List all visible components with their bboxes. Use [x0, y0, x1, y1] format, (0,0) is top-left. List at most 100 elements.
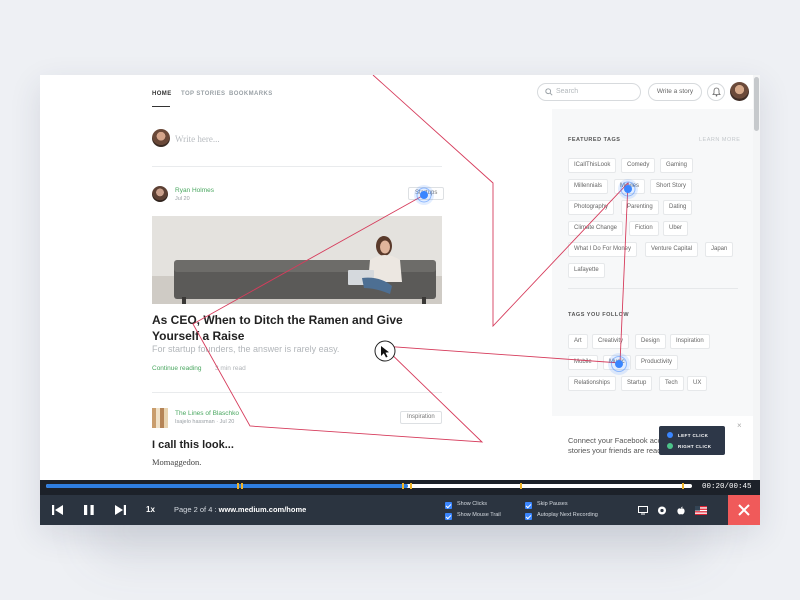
chrome-icon: [657, 506, 667, 515]
post-title[interactable]: I call this look...: [152, 439, 234, 451]
compose-avatar: [152, 129, 170, 147]
close-icon[interactable]: ×: [737, 421, 742, 430]
autoplay-next-label[interactable]: Autoplay Next Recording: [537, 512, 598, 518]
featured-tag[interactable]: What I Do For Money: [568, 242, 638, 257]
publication-logo[interactable]: [152, 408, 168, 428]
scrollbar-thumb[interactable]: [754, 77, 759, 131]
right-click-label: RIGHT CLICK: [678, 444, 712, 449]
followed-tag[interactable]: Music: [603, 355, 631, 370]
followed-tag[interactable]: Creativity: [592, 334, 630, 349]
featured-tag[interactable]: Lafayette: [568, 263, 605, 278]
tags-you-follow-title: TAGS YOU FOLLOW: [568, 312, 630, 318]
author-avatar[interactable]: [152, 186, 168, 202]
featured-tag[interactable]: Millennials: [568, 179, 609, 194]
featured-tag[interactable]: Venture Capital: [645, 242, 699, 257]
featured-tag[interactable]: Climate Change: [568, 221, 624, 236]
page-info: Page 2 of 4 : www.medium.com/home: [174, 505, 306, 514]
click-legend: LEFT CLICK RIGHT CLICK: [659, 426, 725, 455]
followed-tag[interactable]: Tech: [659, 376, 684, 391]
read-time: 3 min read: [215, 365, 246, 372]
recording-player-window: HOME TOP STORIES BOOKMARKS Search Write …: [40, 75, 760, 525]
left-click-dot-icon: [667, 432, 673, 438]
followed-tag[interactable]: Mobile: [568, 355, 598, 370]
notifications-button[interactable]: [707, 83, 725, 101]
skip-back-icon[interactable]: [49, 501, 67, 519]
page-scrollbar[interactable]: [753, 75, 760, 480]
followed-tag[interactable]: Art: [568, 334, 588, 349]
publication-name[interactable]: The Lines of Blaschko: [175, 410, 239, 417]
featured-tag[interactable]: Movies: [614, 179, 646, 194]
show-clicks-label[interactable]: Show Clicks: [457, 501, 487, 507]
event-marker[interactable]: [237, 483, 239, 489]
followed-tag[interactable]: Design: [635, 334, 666, 349]
page-url[interactable]: www.medium.com/home: [219, 505, 307, 514]
followed-tag[interactable]: Relationships: [568, 376, 617, 391]
bell-icon: [712, 87, 721, 97]
active-tab-indicator: [152, 106, 170, 107]
continue-reading-link[interactable]: Continue reading: [152, 365, 202, 372]
woman-on-sofa-illustration: [152, 216, 442, 304]
write-story-button[interactable]: Write a story: [648, 83, 702, 101]
us-flag-icon: [695, 506, 707, 515]
divider: [152, 392, 442, 393]
compose-input[interactable]: Write here...: [175, 134, 220, 144]
post-meta: Isajelo hassman · Jul 20: [175, 419, 235, 425]
featured-tag[interactable]: Photography: [568, 200, 615, 215]
author-name[interactable]: Ryan Holmes: [175, 187, 214, 194]
post-tag-inspiration[interactable]: Inspiration: [400, 411, 442, 424]
post-title[interactable]: As CEO, When to Ditch the Ramen and Give…: [152, 312, 442, 344]
featured-tag[interactable]: Parenting: [621, 200, 659, 215]
featured-tag[interactable]: Dating: [663, 200, 693, 215]
left-click-label: LEFT CLICK: [678, 433, 709, 438]
right-click-dot-icon: [667, 443, 673, 449]
featured-tag[interactable]: ICallThisLook: [568, 158, 617, 173]
event-marker[interactable]: [241, 483, 243, 489]
close-player-button[interactable]: [728, 495, 760, 525]
followed-tag[interactable]: Inspiration: [670, 334, 710, 349]
event-marker[interactable]: [682, 483, 684, 489]
divider: [152, 166, 442, 167]
tab-top-stories[interactable]: TOP STORIES: [181, 91, 225, 97]
featured-tag[interactable]: Uber: [663, 221, 689, 236]
sidebar-divider: [568, 288, 738, 289]
show-mouse-trail-label[interactable]: Show Mouse Trail: [457, 512, 501, 518]
search-icon: [545, 88, 553, 96]
desktop-icon: [638, 506, 648, 515]
event-marker[interactable]: [520, 483, 522, 489]
tab-home[interactable]: HOME: [152, 91, 172, 97]
followed-tag[interactable]: Productivity: [635, 355, 679, 370]
page-counter: Page 2 of 4 :: [174, 505, 219, 514]
search-placeholder: Search: [556, 88, 579, 95]
learn-more-link[interactable]: LEARN MORE: [699, 137, 740, 143]
playback-speed-button[interactable]: 1x: [146, 505, 155, 514]
show-clicks-checkbox[interactable]: [445, 502, 452, 509]
post-hero-image[interactable]: [152, 216, 442, 304]
user-avatar[interactable]: [730, 82, 749, 101]
skip-pauses-label[interactable]: Skip Pauses: [537, 501, 568, 507]
search-input[interactable]: Search: [537, 83, 641, 101]
skip-forward-icon[interactable]: [111, 501, 129, 519]
event-marker[interactable]: [410, 483, 412, 489]
tab-bookmarks[interactable]: BOOKMARKS: [229, 91, 273, 97]
followed-tag[interactable]: UX: [687, 376, 708, 391]
post-tag-startups[interactable]: Startups: [408, 187, 445, 200]
followed-tag[interactable]: Startup: [621, 376, 653, 391]
featured-tag[interactable]: Gaming: [660, 158, 694, 173]
event-marker[interactable]: [402, 483, 404, 489]
autoplay-next-checkbox[interactable]: [525, 513, 532, 520]
featured-tag[interactable]: Fiction: [629, 221, 659, 236]
show-mouse-trail-checkbox[interactable]: [445, 513, 452, 520]
post-date: Jul 20: [175, 196, 190, 202]
timeline-progress[interactable]: [46, 484, 408, 488]
featured-tag[interactable]: Short Story: [650, 179, 693, 194]
featured-tag[interactable]: Japan: [705, 242, 734, 257]
skip-pauses-checkbox[interactable]: [525, 502, 532, 509]
featured-tag[interactable]: Comedy: [621, 158, 656, 173]
time-display: 00:20/00:45: [702, 483, 752, 491]
close-icon: [738, 504, 750, 516]
featured-tags-title: FEATURED TAGS: [568, 137, 621, 143]
pause-icon[interactable]: [80, 501, 98, 519]
post-subtitle: Momaggedon.: [152, 457, 202, 467]
mouse-cursor-icon: [374, 340, 396, 362]
apple-icon: [677, 506, 685, 515]
